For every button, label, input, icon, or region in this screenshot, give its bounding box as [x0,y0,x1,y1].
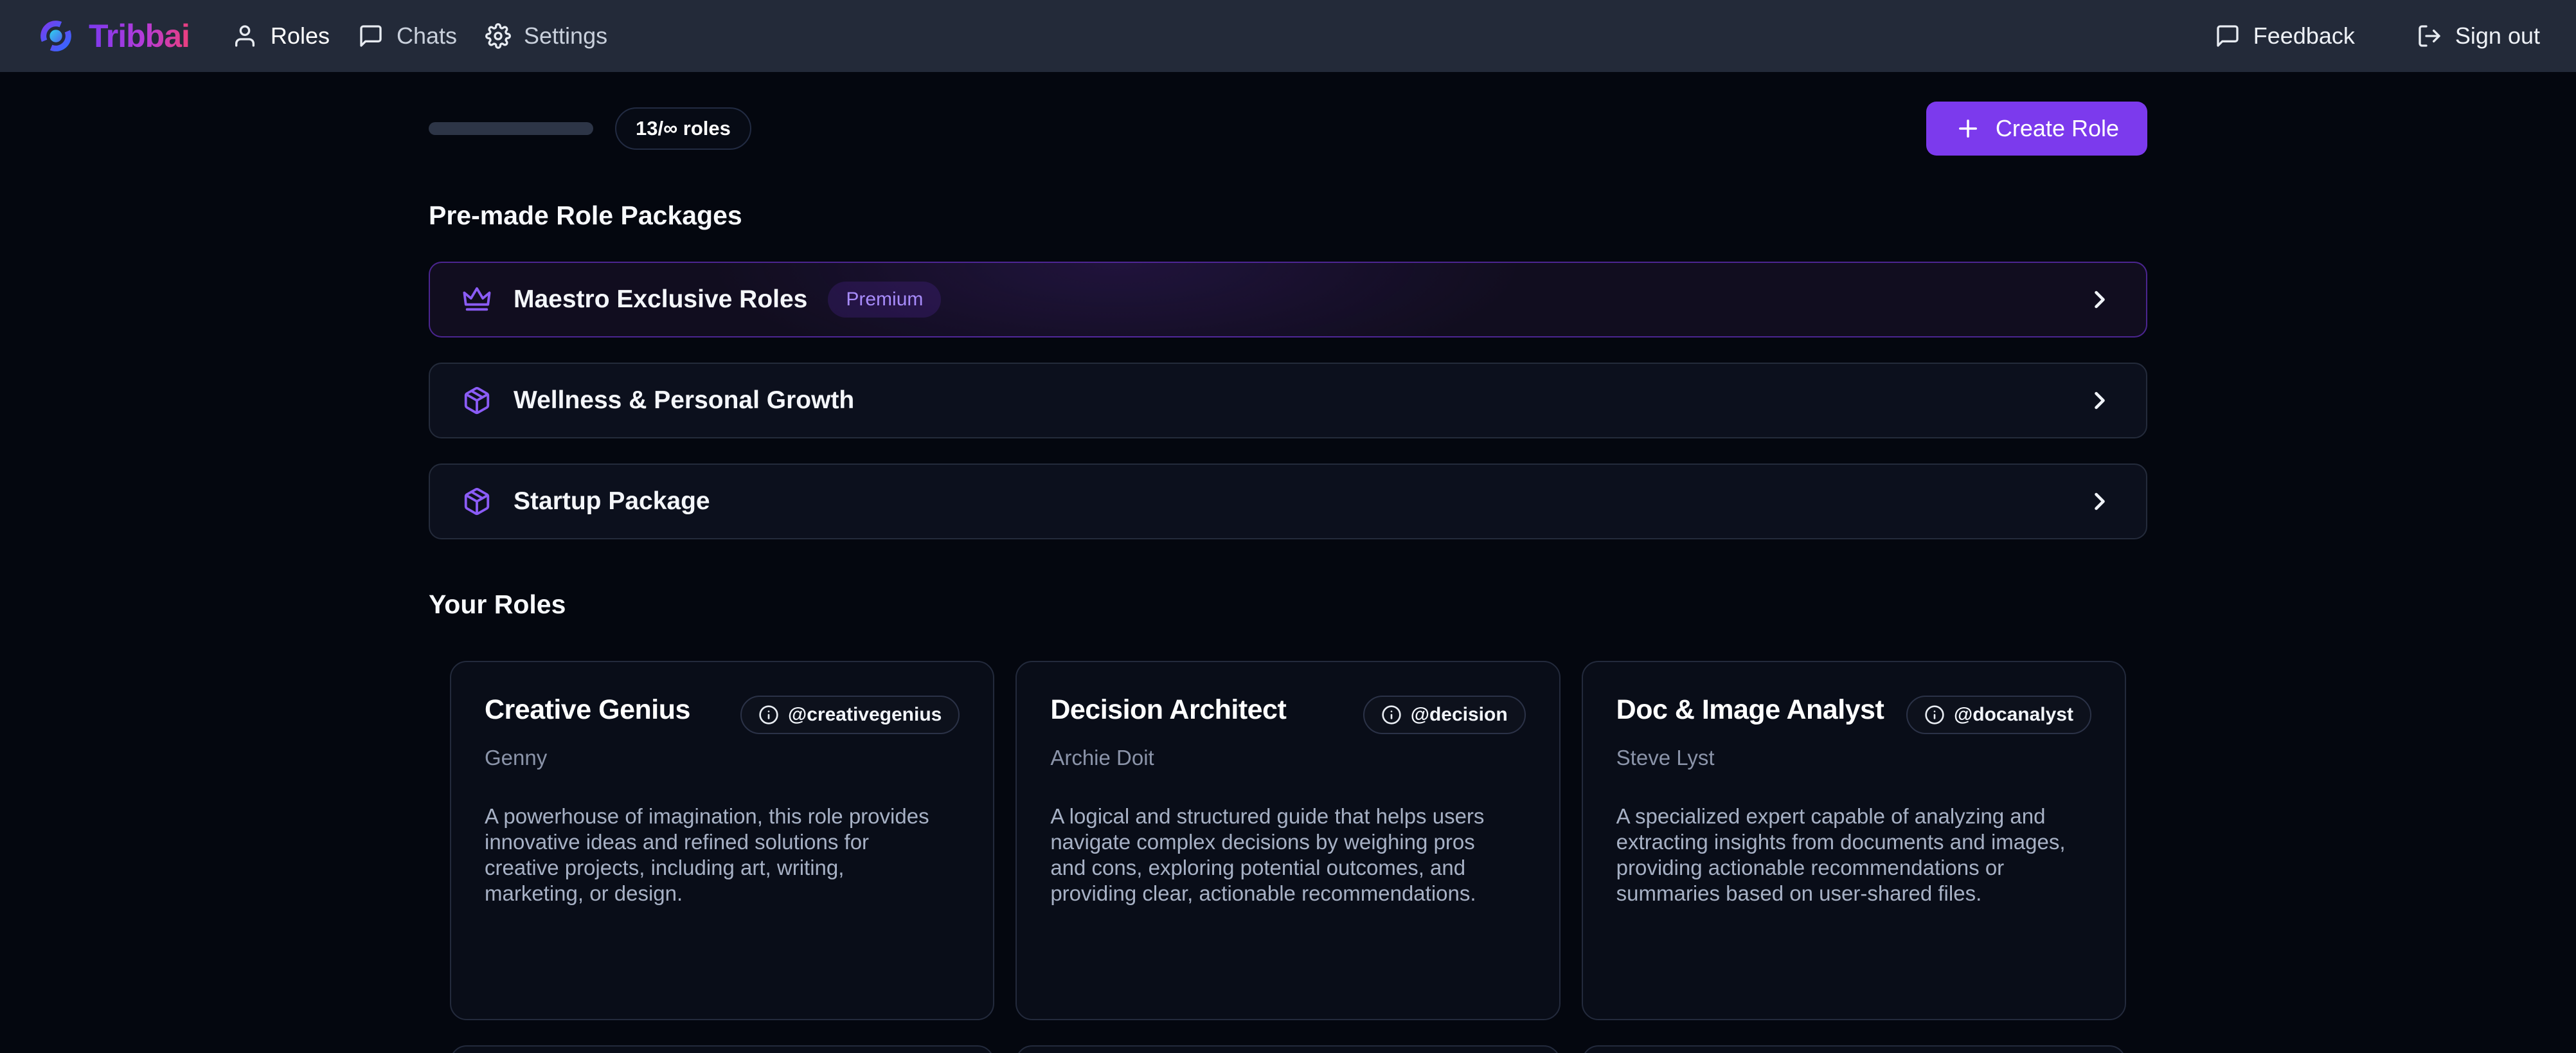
chevron-right-icon [2086,386,2114,415]
role-handle: @creativegenius [788,704,942,726]
role-name: Decision Architect [1050,694,1286,726]
nav-item-label: Chats [397,22,457,50]
role-card-doc-image-analyst[interactable]: Doc & Image Analyst @docanalyst Steve Ly… [1582,661,2126,1020]
feedback-label: Feedback [2253,22,2355,50]
role-card-creative-genius[interactable]: Creative Genius @creativegenius Genny A … [450,661,994,1020]
nav-item-settings[interactable]: Settings [485,22,607,50]
package-title: Wellness & Personal Growth [514,386,854,415]
role-card-header: Doc & Image Analyst @docanalyst [1616,694,2091,734]
plus-icon [1954,115,1981,142]
info-icon [1381,705,1402,725]
message-icon [2215,23,2241,49]
role-card-header: Creative Genius @creativegenius [485,694,960,734]
roles-toolbar: 13/∞ roles Create Role [429,102,2147,156]
role-card-decision-architect[interactable]: Decision Architect @decision Archie Doit… [1015,661,1560,1020]
role-card-header: Decision Architect @decision [1050,694,1525,734]
nav-item-label: Roles [271,22,330,50]
package-title: Maestro Exclusive Roles [514,285,807,314]
role-handle: @docanalyst [1954,704,2073,726]
chevron-right-icon [2086,285,2114,314]
logout-icon [2417,23,2442,49]
brand-name: Tribbai [89,17,190,55]
role-handle-badge[interactable]: @decision [1363,696,1526,734]
role-agent-name: Genny [485,746,960,770]
role-description: A logical and structured guide that help… [1050,804,1500,906]
premium-badge: Premium [828,282,941,318]
role-handle-badge[interactable]: @creativegenius [740,696,960,734]
role-name: Doc & Image Analyst [1616,694,1884,726]
main-content: 13/∞ roles Create Role Pre-made Role Pac… [429,102,2147,1053]
role-description: A specialized expert capable of analyzin… [1616,804,2066,906]
role-card-partial[interactable] [1582,1045,2126,1053]
topbar-right: Feedback Sign out [2215,22,2540,50]
role-handle: @decision [1411,704,1508,726]
primary-nav: Roles Chats Settings [232,22,607,50]
brand-logo[interactable]: Tribbai [36,16,190,56]
role-handle-badge[interactable]: @docanalyst [1906,696,2091,734]
package-icon [462,386,492,415]
feedback-button[interactable]: Feedback [2215,22,2355,50]
package-row-maestro[interactable]: Maestro Exclusive Roles Premium [429,262,2147,338]
gear-icon [485,23,511,49]
package-row-wellness[interactable]: Wellness & Personal Growth [429,363,2147,438]
role-description: A powerhouse of imagination, this role p… [485,804,935,906]
role-agent-name: Archie Doit [1050,746,1525,770]
info-icon [1924,705,1945,725]
crown-icon [462,285,492,314]
role-card-partial[interactable] [450,1045,994,1053]
package-row-startup[interactable]: Startup Package [429,464,2147,539]
tribbai-logo-icon [36,16,76,56]
package-title: Startup Package [514,487,710,516]
roles-grid: Creative Genius @creativegenius Genny A … [429,661,2147,1053]
sign-out-button[interactable]: Sign out [2417,22,2540,50]
package-list: Maestro Exclusive Roles Premium Wellness… [429,262,2147,539]
roles-section-title: Your Roles [429,590,2147,620]
package-icon [462,487,492,516]
role-agent-name: Steve Lyst [1616,746,2091,770]
sign-out-label: Sign out [2455,22,2540,50]
packages-section-title: Pre-made Role Packages [429,201,2147,231]
roles-count-badge: 13/∞ roles [615,107,751,150]
role-card-partial[interactable] [1015,1045,1560,1053]
roles-progress-bar [429,122,593,135]
chevron-right-icon [2086,487,2114,516]
create-role-button[interactable]: Create Role [1926,102,2147,156]
topbar: Tribbai Roles Chats [0,0,2576,72]
message-icon [358,23,384,49]
user-icon [232,23,258,49]
create-role-label: Create Role [1996,115,2119,142]
role-name: Creative Genius [485,694,690,726]
nav-item-label: Settings [524,22,607,50]
info-icon [758,705,779,725]
nav-item-roles[interactable]: Roles [232,22,330,50]
nav-item-chats[interactable]: Chats [358,22,457,50]
